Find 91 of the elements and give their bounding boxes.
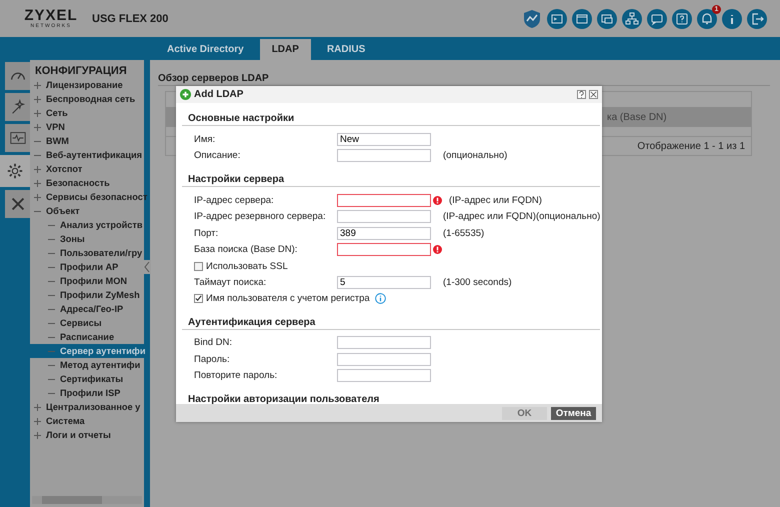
field-label: IP-адрес сервера: [194,194,275,206]
checkbox-label: Использовать SSL [206,260,288,272]
nav-subitem[interactable]: Сервисы [30,316,144,330]
field-label: Имя: [194,134,216,145]
nav-title: КОНФИГУРАЦИЯ [34,64,128,78]
nav-item[interactable]: Логи и отчеты [30,428,144,442]
input-field[interactable]: 389 [337,226,431,240]
nav-subitem[interactable]: Зоны [30,232,144,246]
pager-text: Отображение 1 - 1 из 1 [637,140,745,152]
magic-wand-icon[interactable] [5,93,30,121]
field-label: IP-адрес резервного сервера: [194,211,327,222]
field-hint: (IP-адрес или FQDN) [449,194,542,206]
section-heading: Настройки сервера [188,174,284,185]
add-icon [180,89,191,100]
checkbox-label: Имя пользователя с учетом регистра [206,293,370,304]
field-hint: (1-65535) [443,228,484,239]
terminal-icon[interactable] [547,8,567,28]
nav-subitem[interactable]: Профили MON [30,274,144,288]
logout-icon[interactable] [747,8,767,28]
field-label: Пароль: [194,354,231,365]
input-field[interactable] [337,352,431,366]
nav-item[interactable]: Объект [30,204,144,218]
nav-item[interactable]: Веб-аутентификация [30,148,144,162]
nav-subitem[interactable]: Профили ZyMesh [30,288,144,302]
field-hint: (IP-адрес или FQDN)(опционально) [443,211,600,222]
nav-item[interactable]: VPN [30,120,144,134]
window-icon[interactable] [572,8,592,28]
bell-icon[interactable] [697,8,717,28]
dialog-button[interactable]: Отмена [551,406,596,420]
field-hint: (опционально) [443,150,508,162]
input-field[interactable] [337,336,431,350]
network-icon[interactable] [622,8,642,28]
field-hint: (1-300 seconds) [443,276,512,288]
field-label: Bind DN: [194,337,234,348]
field-label: База поиска (Base DN): [194,244,298,256]
nav-subitem[interactable]: Сервер аутентифи [30,344,144,358]
dialog-title: Add LDAP [194,89,244,100]
model-name: USG FLEX 200 [92,12,168,24]
nav-subitem[interactable]: Расписание [30,330,144,344]
tab[interactable]: Active Directory [155,39,256,60]
shield-icon[interactable] [522,8,542,28]
collapse-handle[interactable] [143,260,151,274]
info-icon[interactable] [374,293,386,304]
error-icon [432,245,442,254]
chat-icon[interactable] [647,8,667,28]
nav-item[interactable]: Система [30,414,144,428]
field-label: Порт: [194,228,220,239]
nav-item[interactable]: Лицензирование [30,78,144,92]
section-heading: Настройки авторизации пользователя [188,394,380,404]
brand-logo: ZYXEL [24,8,78,23]
section-heading: Аутентификация сервера [188,316,316,328]
error-icon [432,196,442,205]
tools-icon[interactable] [5,190,30,218]
input-field[interactable] [337,194,431,207]
close-button[interactable] [589,90,598,99]
help-icon[interactable] [672,8,692,28]
nav-subitem[interactable]: Метод аутентифи [30,358,144,372]
checkbox[interactable] [194,262,203,270]
horizontal-scrollbar[interactable] [32,496,142,504]
nav-subitem[interactable]: Профили AP [30,260,144,274]
field-label: Повторите пароль: [194,370,278,382]
info-icon[interactable] [722,8,742,28]
input-field[interactable] [337,243,431,256]
nav-item[interactable]: BWM [30,134,144,148]
checkbox[interactable] [194,294,203,303]
nav-item[interactable]: Централизованное у [30,400,144,414]
field-label: Таймаут поиска: [194,276,268,288]
input-field[interactable] [337,369,431,382]
input-field[interactable]: 5 [337,276,431,289]
section-heading: Основные настройки [188,113,294,124]
nav-subitem[interactable]: Пользователи/гру [30,246,144,260]
pulse-monitor-icon[interactable] [5,124,30,152]
gauge-icon[interactable] [5,62,30,90]
nav-item[interactable]: Хотспот [30,162,144,176]
nav-item[interactable]: Беспроводная сеть [30,92,144,106]
nav-item[interactable]: Безопасность [30,176,144,190]
nav-subitem[interactable]: Профили ISP [30,386,144,400]
help-button[interactable] [577,90,586,99]
nav-subitem[interactable]: Сертификаты [30,372,144,386]
nav-subitem[interactable]: Анализ устройств [30,218,144,232]
input-field[interactable]: New [337,132,431,146]
input-field[interactable] [337,210,431,224]
column-header: ка (Base DN) [607,112,667,122]
field-label: Описание: [194,150,242,162]
window-icon[interactable] [597,8,617,28]
input-field[interactable] [337,149,431,162]
tab[interactable]: LDAP [260,39,311,60]
nav-item[interactable]: Сеть [30,106,144,120]
nav-subitem[interactable]: Адреса/Гео-IP [30,302,144,316]
settings-icon[interactable] [0,155,30,187]
tab[interactable]: RADIUS [314,39,378,60]
